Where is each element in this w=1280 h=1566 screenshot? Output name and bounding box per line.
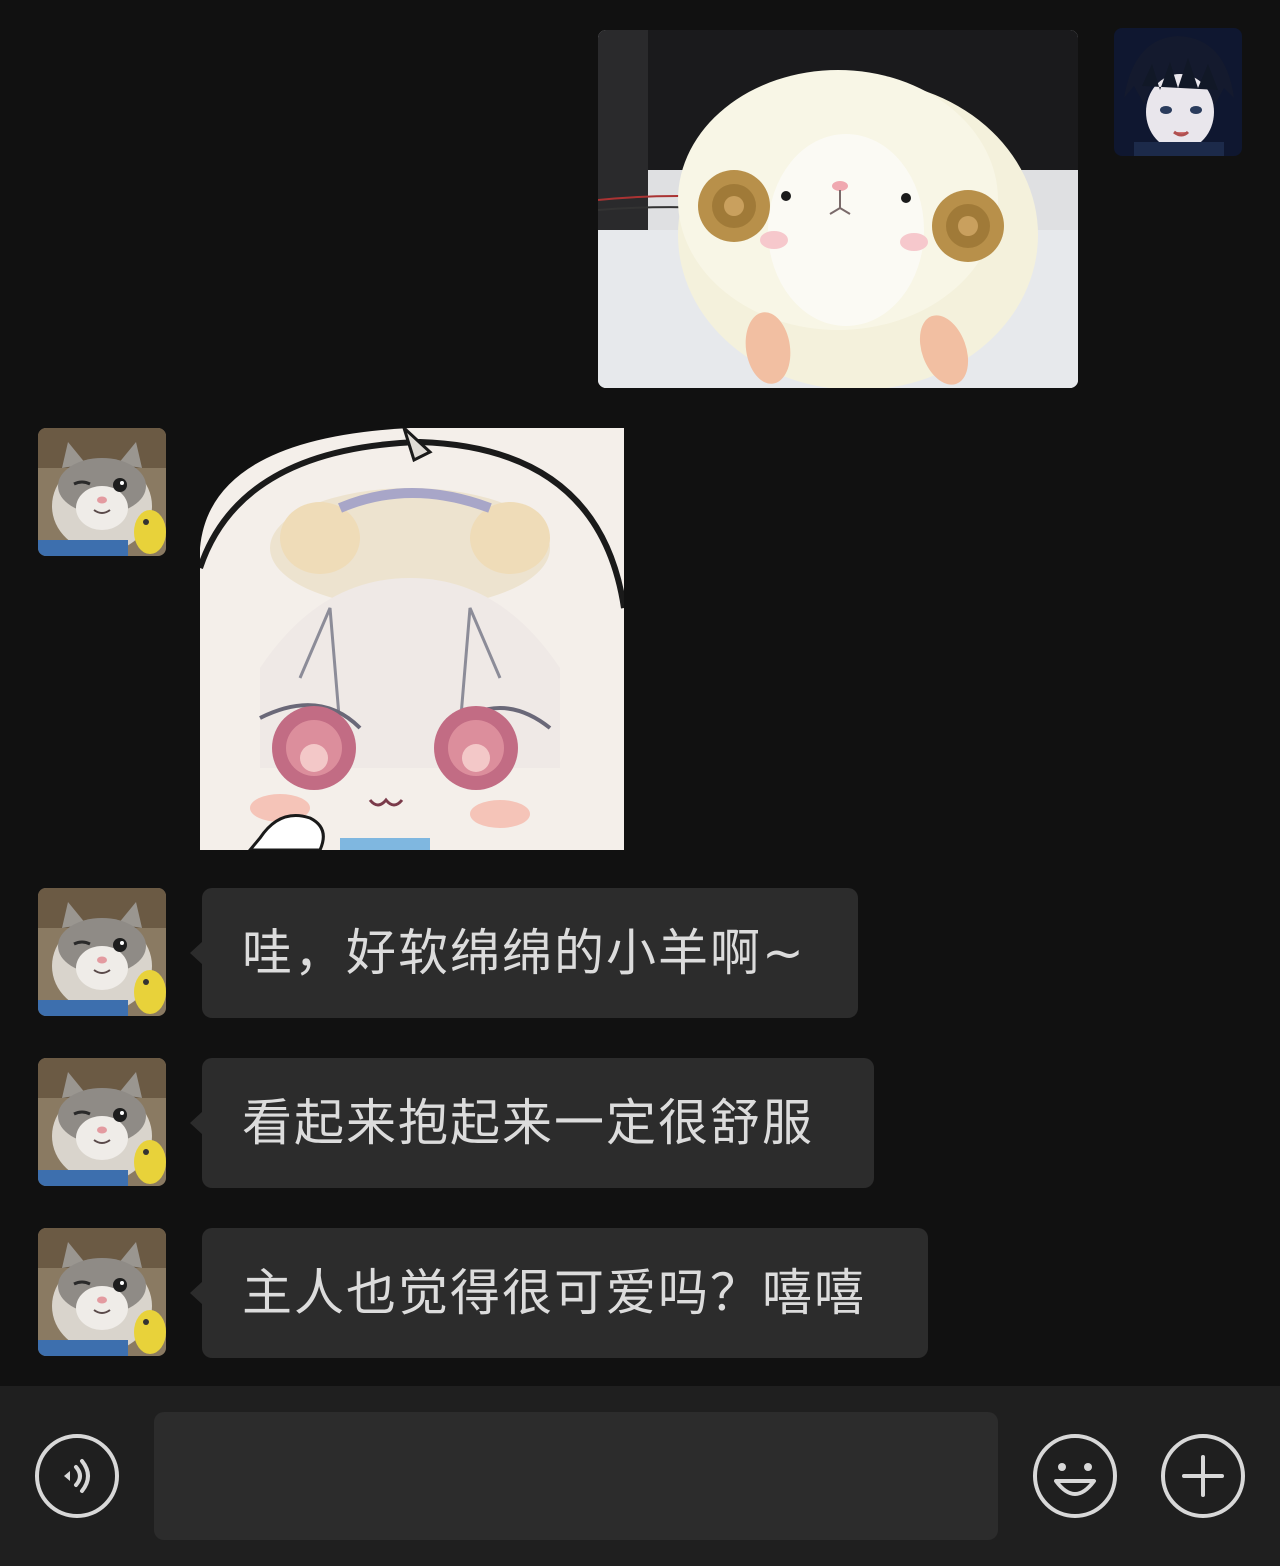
message-text: 主人也觉得很可爱吗？嘻嘻: [242, 1264, 866, 1322]
other-avatar[interactable]: [38, 428, 166, 556]
message-input[interactable]: [154, 1412, 998, 1540]
anime-girl-sticker[interactable]: [200, 428, 624, 850]
emoji-icon[interactable]: [1032, 1433, 1118, 1519]
message-bubble[interactable]: 哇，好软绵绵的小羊啊~: [190, 888, 858, 1018]
sheep-plush-photo[interactable]: [598, 30, 1078, 388]
input-bar: [0, 1386, 1280, 1566]
other-avatar[interactable]: [38, 1058, 166, 1186]
message-bubble[interactable]: 看起来抱起来一定很舒服: [190, 1058, 874, 1188]
self-avatar[interactable]: [1114, 28, 1242, 156]
voice-icon[interactable]: [34, 1433, 120, 1519]
message-bubble[interactable]: 主人也觉得很可爱吗？嘻嘻: [190, 1228, 928, 1358]
chat-area[interactable]: 哇，好软绵绵的小羊啊~ 看起来抱起来一定很舒服 主人也觉得很可爱吗？嘻嘻: [0, 0, 1280, 1386]
message-text: 哇，好软绵绵的小羊啊~: [242, 924, 806, 982]
message-text: 看起来抱起来一定很舒服: [242, 1094, 814, 1152]
other-avatar[interactable]: [38, 1228, 166, 1356]
other-avatar[interactable]: [38, 888, 166, 1016]
plus-icon[interactable]: [1160, 1433, 1246, 1519]
